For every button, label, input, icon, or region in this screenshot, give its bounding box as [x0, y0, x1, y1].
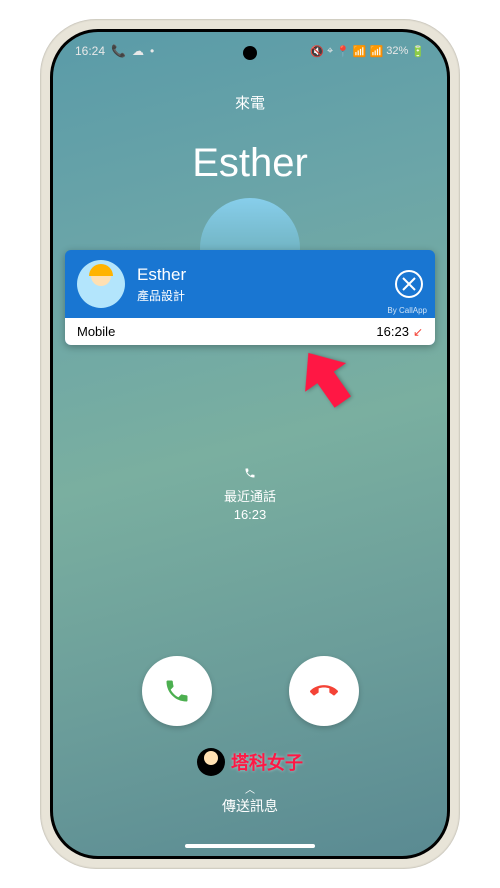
- phone-decline-icon: [310, 677, 338, 705]
- signal-icon: 📶: [370, 45, 384, 58]
- watermark-avatar-icon: [197, 748, 225, 776]
- recent-call-time: 16:23: [53, 507, 447, 522]
- overlay-caller-name: Esther: [137, 265, 395, 285]
- phone-icon: 📞: [111, 44, 126, 58]
- cloud-icon: ☁: [132, 44, 144, 58]
- callapp-overlay[interactable]: Esther 產品設計 By CallApp Mobile 16:23 ↙: [65, 250, 435, 345]
- mute-icon: 🔇: [310, 45, 324, 58]
- status-left: 16:24 📞 ☁ •: [75, 44, 154, 58]
- overlay-header: Esther 產品設計 By CallApp: [65, 250, 435, 318]
- screen: 16:24 📞 ☁ • 🔇 ⌖ 📍 📶 📶 32% 🔋 來電 Esther: [53, 32, 447, 856]
- overlay-call-time: 16:23: [376, 324, 409, 339]
- phone-small-icon: [53, 467, 447, 482]
- overlay-info: Esther 產品設計: [137, 265, 395, 304]
- recent-call-section: 最近通話 16:23: [53, 467, 447, 522]
- overlay-avatar: [77, 260, 125, 308]
- status-right: 🔇 ⌖ 📍 📶 📶 32% 🔋: [310, 45, 425, 58]
- answer-button[interactable]: [142, 656, 212, 726]
- send-message-button[interactable]: ︿ 傳送訊息: [222, 781, 278, 816]
- location-icon: 📍: [336, 45, 350, 58]
- phone-frame: 16:24 📞 ☁ • 🔇 ⌖ 📍 📶 📶 32% 🔋 來電 Esther: [40, 19, 460, 869]
- phone-bezel: 16:24 📞 ☁ • 🔇 ⌖ 📍 📶 📶 32% 🔋 來電 Esther: [50, 29, 450, 859]
- watermark: 塔科女子: [197, 748, 303, 776]
- bluetooth-icon: ⌖: [327, 45, 333, 58]
- watermark-text: 塔科女子: [231, 749, 303, 775]
- overlay-subtitle: 產品設計: [137, 287, 395, 304]
- missed-call-icon: ↙: [413, 325, 423, 339]
- send-message-label: 傳送訊息: [222, 798, 278, 814]
- close-icon: [402, 277, 416, 291]
- caller-name: Esther: [53, 141, 447, 186]
- call-actions: [53, 656, 447, 726]
- recent-call-label: 最近通話: [53, 486, 447, 505]
- overlay-time-group: 16:23 ↙: [376, 324, 423, 339]
- close-button[interactable]: [395, 270, 423, 298]
- phone-type-label: Mobile: [77, 324, 115, 339]
- battery-text: 32%: [386, 45, 408, 57]
- nav-bar-indicator[interactable]: [185, 844, 315, 848]
- more-icon: •: [150, 44, 154, 58]
- incoming-call-label: 來電: [53, 92, 447, 113]
- chevron-up-icon: ︿: [222, 781, 278, 796]
- overlay-footer: Mobile 16:23 ↙: [65, 318, 435, 345]
- wifi-icon: 📶: [353, 45, 367, 58]
- overlay-brand: By CallApp: [387, 306, 427, 315]
- battery-icon: 🔋: [411, 45, 425, 58]
- phone-answer-icon: [163, 677, 191, 705]
- annotation-arrow: [281, 332, 373, 428]
- status-time: 16:24: [75, 44, 105, 58]
- decline-button[interactable]: [289, 656, 359, 726]
- camera-hole: [243, 46, 257, 60]
